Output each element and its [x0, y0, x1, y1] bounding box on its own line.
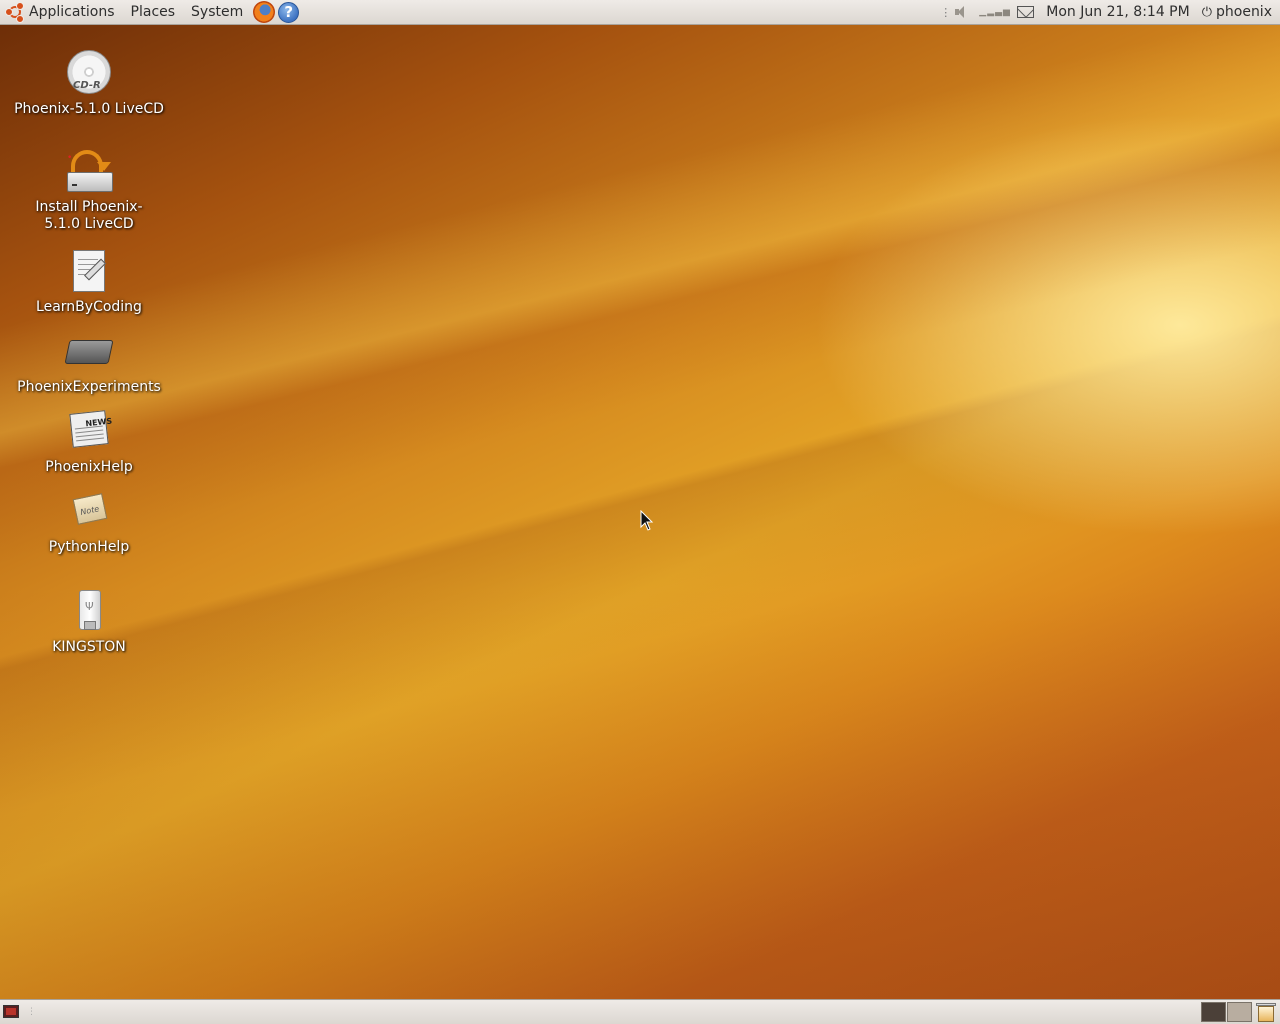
desktop-icon-installer[interactable]: • • Install Phoenix-5.1.0 LiveCD	[14, 148, 164, 233]
places-menu[interactable]: Places	[123, 0, 184, 24]
wallpaper-light-band	[0, 25, 1280, 582]
applications-menu[interactable]: Applications	[0, 0, 123, 24]
desktop-icon-phoenixhelp[interactable]: NEWS PhoenixHelp	[14, 408, 164, 476]
system-menu-label: System	[191, 4, 244, 20]
desktop-icon-label: LearnByCoding	[36, 299, 142, 315]
desktop-icon-livecd[interactable]: CD-R Phoenix-5.1.0 LiveCD	[14, 48, 164, 118]
panel-handle: ⋮	[940, 5, 952, 19]
trash-icon[interactable]	[1256, 1002, 1276, 1022]
places-menu-label: Places	[130, 4, 176, 20]
desktop-icon-label: Phoenix-5.1.0 LiveCD	[14, 101, 164, 117]
user-menu[interactable]: phoenix	[1216, 4, 1272, 20]
note-label: Note	[79, 504, 100, 517]
volume-icon[interactable]	[953, 5, 969, 19]
desktop-icon-kingston[interactable]: Ψ KINGSTON	[14, 588, 164, 656]
desktop-icon-label: Install Phoenix-5.1.0 LiveCD	[35, 199, 143, 232]
system-menu[interactable]: System	[183, 0, 251, 24]
note-icon: Note	[65, 488, 113, 536]
firefox-icon[interactable]	[253, 1, 276, 23]
newspaper-icon: NEWS	[65, 408, 113, 456]
cd-icon: CD-R	[65, 50, 113, 98]
mail-indicator-icon[interactable]	[1017, 6, 1035, 18]
panel-handle: ⋮	[27, 1007, 36, 1017]
cd-label: CD-R	[73, 80, 101, 91]
ubuntu-logo-icon	[5, 2, 24, 23]
desktop-icon-label: PhoenixHelp	[45, 459, 133, 475]
desktop-icon-pythonhelp[interactable]: Note PythonHelp	[14, 488, 164, 556]
desktop-icon-label: KINGSTON	[52, 639, 126, 655]
help-icon[interactable]: ?	[278, 1, 300, 23]
top-panel: Applications Places System ? ⋮ ▁▂▃▅ Mon …	[0, 0, 1280, 25]
desktop-icon-label: PythonHelp	[48, 539, 130, 555]
desktop-icon-learnbycoding[interactable]: LearnByCoding	[14, 248, 164, 316]
network-icon[interactable]: ▁▂▃▅	[979, 5, 1010, 19]
desktop-icon-phoenixexperiments[interactable]: PhoenixExperiments	[14, 328, 164, 396]
show-desktop-icon[interactable]	[3, 1005, 19, 1018]
applications-menu-label: Applications	[29, 4, 115, 20]
text-document-icon	[65, 248, 113, 296]
bottom-panel: ⋮	[0, 999, 1280, 1024]
workspace-2[interactable]	[1227, 1002, 1252, 1022]
workspace-1[interactable]	[1201, 1002, 1226, 1022]
installer-icon: • •	[65, 148, 113, 196]
wallpaper-shade	[0, 585, 1280, 999]
chip-icon	[64, 328, 114, 376]
usb-drive-icon: Ψ	[65, 588, 113, 636]
power-icon: ⏻	[1201, 4, 1212, 20]
desktop-icon-label: PhoenixExperiments	[17, 379, 161, 395]
clock[interactable]: Mon Jun 21, 8:14 PM	[1046, 4, 1189, 20]
